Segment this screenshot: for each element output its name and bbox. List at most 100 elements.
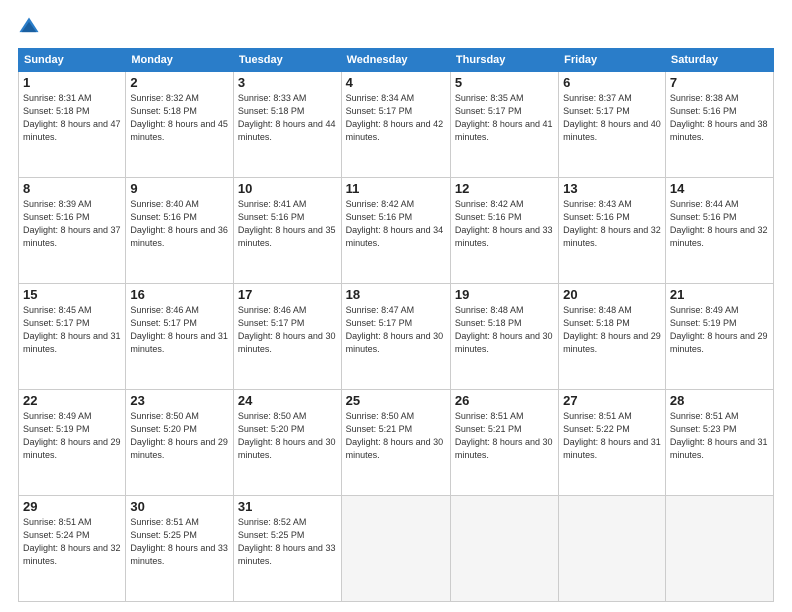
day-detail: Sunrise: 8:40 AMSunset: 5:16 PMDaylight:… [130, 198, 229, 250]
day-detail: Sunrise: 8:46 AMSunset: 5:17 PMDaylight:… [130, 304, 229, 356]
calendar-cell: 19 Sunrise: 8:48 AMSunset: 5:18 PMDaylig… [450, 284, 558, 390]
calendar-cell: 24 Sunrise: 8:50 AMSunset: 5:20 PMDaylig… [233, 390, 341, 496]
day-detail: Sunrise: 8:37 AMSunset: 5:17 PMDaylight:… [563, 92, 661, 144]
day-number: 22 [23, 393, 121, 408]
day-number: 27 [563, 393, 661, 408]
day-detail: Sunrise: 8:49 AMSunset: 5:19 PMDaylight:… [670, 304, 769, 356]
day-of-week-header: Thursday [450, 49, 558, 72]
calendar-cell [450, 496, 558, 602]
day-number: 7 [670, 75, 769, 90]
day-detail: Sunrise: 8:49 AMSunset: 5:19 PMDaylight:… [23, 410, 121, 462]
calendar-cell: 25 Sunrise: 8:50 AMSunset: 5:21 PMDaylig… [341, 390, 450, 496]
calendar-cell: 1 Sunrise: 8:31 AMSunset: 5:18 PMDayligh… [19, 72, 126, 178]
calendar-cell: 11 Sunrise: 8:42 AMSunset: 5:16 PMDaylig… [341, 178, 450, 284]
calendar-cell [665, 496, 773, 602]
calendar-cell: 2 Sunrise: 8:32 AMSunset: 5:18 PMDayligh… [126, 72, 234, 178]
day-number: 15 [23, 287, 121, 302]
day-number: 1 [23, 75, 121, 90]
calendar-cell: 12 Sunrise: 8:42 AMSunset: 5:16 PMDaylig… [450, 178, 558, 284]
day-detail: Sunrise: 8:48 AMSunset: 5:18 PMDaylight:… [563, 304, 661, 356]
day-number: 6 [563, 75, 661, 90]
day-detail: Sunrise: 8:51 AMSunset: 5:22 PMDaylight:… [563, 410, 661, 462]
day-of-week-header: Wednesday [341, 49, 450, 72]
calendar-cell: 30 Sunrise: 8:51 AMSunset: 5:25 PMDaylig… [126, 496, 234, 602]
day-number: 11 [346, 181, 446, 196]
calendar-cell: 17 Sunrise: 8:46 AMSunset: 5:17 PMDaylig… [233, 284, 341, 390]
day-number: 19 [455, 287, 554, 302]
day-number: 20 [563, 287, 661, 302]
day-of-week-header: Friday [559, 49, 666, 72]
day-detail: Sunrise: 8:42 AMSunset: 5:16 PMDaylight:… [455, 198, 554, 250]
calendar-week-row: 8 Sunrise: 8:39 AMSunset: 5:16 PMDayligh… [19, 178, 774, 284]
day-detail: Sunrise: 8:32 AMSunset: 5:18 PMDaylight:… [130, 92, 229, 144]
day-detail: Sunrise: 8:45 AMSunset: 5:17 PMDaylight:… [23, 304, 121, 356]
day-number: 21 [670, 287, 769, 302]
day-number: 16 [130, 287, 229, 302]
calendar-cell: 7 Sunrise: 8:38 AMSunset: 5:16 PMDayligh… [665, 72, 773, 178]
day-number: 26 [455, 393, 554, 408]
day-number: 17 [238, 287, 337, 302]
day-number: 31 [238, 499, 337, 514]
day-number: 8 [23, 181, 121, 196]
day-detail: Sunrise: 8:38 AMSunset: 5:16 PMDaylight:… [670, 92, 769, 144]
day-number: 30 [130, 499, 229, 514]
day-number: 5 [455, 75, 554, 90]
day-detail: Sunrise: 8:43 AMSunset: 5:16 PMDaylight:… [563, 198, 661, 250]
calendar-cell: 29 Sunrise: 8:51 AMSunset: 5:24 PMDaylig… [19, 496, 126, 602]
day-number: 9 [130, 181, 229, 196]
logo [18, 18, 44, 40]
day-detail: Sunrise: 8:35 AMSunset: 5:17 PMDaylight:… [455, 92, 554, 144]
day-detail: Sunrise: 8:47 AMSunset: 5:17 PMDaylight:… [346, 304, 446, 356]
calendar-week-row: 15 Sunrise: 8:45 AMSunset: 5:17 PMDaylig… [19, 284, 774, 390]
calendar-cell: 21 Sunrise: 8:49 AMSunset: 5:19 PMDaylig… [665, 284, 773, 390]
calendar-cell: 23 Sunrise: 8:50 AMSunset: 5:20 PMDaylig… [126, 390, 234, 496]
day-of-week-header: Sunday [19, 49, 126, 72]
day-number: 2 [130, 75, 229, 90]
day-detail: Sunrise: 8:51 AMSunset: 5:24 PMDaylight:… [23, 516, 121, 568]
page: SundayMondayTuesdayWednesdayThursdayFrid… [0, 0, 792, 612]
calendar-cell [341, 496, 450, 602]
calendar-week-row: 22 Sunrise: 8:49 AMSunset: 5:19 PMDaylig… [19, 390, 774, 496]
day-number: 18 [346, 287, 446, 302]
day-detail: Sunrise: 8:33 AMSunset: 5:18 PMDaylight:… [238, 92, 337, 144]
calendar-week-row: 1 Sunrise: 8:31 AMSunset: 5:18 PMDayligh… [19, 72, 774, 178]
day-detail: Sunrise: 8:48 AMSunset: 5:18 PMDaylight:… [455, 304, 554, 356]
calendar-cell: 28 Sunrise: 8:51 AMSunset: 5:23 PMDaylig… [665, 390, 773, 496]
day-of-week-header: Monday [126, 49, 234, 72]
calendar-cell [559, 496, 666, 602]
calendar-cell: 3 Sunrise: 8:33 AMSunset: 5:18 PMDayligh… [233, 72, 341, 178]
calendar-cell: 20 Sunrise: 8:48 AMSunset: 5:18 PMDaylig… [559, 284, 666, 390]
calendar-cell: 4 Sunrise: 8:34 AMSunset: 5:17 PMDayligh… [341, 72, 450, 178]
logo-icon [18, 16, 40, 38]
day-number: 24 [238, 393, 337, 408]
day-detail: Sunrise: 8:34 AMSunset: 5:17 PMDaylight:… [346, 92, 446, 144]
calendar-cell: 15 Sunrise: 8:45 AMSunset: 5:17 PMDaylig… [19, 284, 126, 390]
day-number: 29 [23, 499, 121, 514]
day-number: 4 [346, 75, 446, 90]
calendar-header-row: SundayMondayTuesdayWednesdayThursdayFrid… [19, 49, 774, 72]
day-number: 13 [563, 181, 661, 196]
day-detail: Sunrise: 8:31 AMSunset: 5:18 PMDaylight:… [23, 92, 121, 144]
day-detail: Sunrise: 8:44 AMSunset: 5:16 PMDaylight:… [670, 198, 769, 250]
day-detail: Sunrise: 8:50 AMSunset: 5:21 PMDaylight:… [346, 410, 446, 462]
day-detail: Sunrise: 8:50 AMSunset: 5:20 PMDaylight:… [238, 410, 337, 462]
day-number: 23 [130, 393, 229, 408]
day-detail: Sunrise: 8:41 AMSunset: 5:16 PMDaylight:… [238, 198, 337, 250]
day-number: 10 [238, 181, 337, 196]
calendar-cell: 16 Sunrise: 8:46 AMSunset: 5:17 PMDaylig… [126, 284, 234, 390]
day-detail: Sunrise: 8:52 AMSunset: 5:25 PMDaylight:… [238, 516, 337, 568]
calendar-cell: 26 Sunrise: 8:51 AMSunset: 5:21 PMDaylig… [450, 390, 558, 496]
day-detail: Sunrise: 8:50 AMSunset: 5:20 PMDaylight:… [130, 410, 229, 462]
calendar-cell: 13 Sunrise: 8:43 AMSunset: 5:16 PMDaylig… [559, 178, 666, 284]
day-number: 3 [238, 75, 337, 90]
calendar-cell: 5 Sunrise: 8:35 AMSunset: 5:17 PMDayligh… [450, 72, 558, 178]
calendar-table: SundayMondayTuesdayWednesdayThursdayFrid… [18, 48, 774, 602]
calendar-cell: 31 Sunrise: 8:52 AMSunset: 5:25 PMDaylig… [233, 496, 341, 602]
day-number: 14 [670, 181, 769, 196]
day-detail: Sunrise: 8:42 AMSunset: 5:16 PMDaylight:… [346, 198, 446, 250]
day-number: 28 [670, 393, 769, 408]
day-detail: Sunrise: 8:51 AMSunset: 5:23 PMDaylight:… [670, 410, 769, 462]
calendar-cell: 22 Sunrise: 8:49 AMSunset: 5:19 PMDaylig… [19, 390, 126, 496]
day-detail: Sunrise: 8:51 AMSunset: 5:21 PMDaylight:… [455, 410, 554, 462]
calendar-cell: 8 Sunrise: 8:39 AMSunset: 5:16 PMDayligh… [19, 178, 126, 284]
